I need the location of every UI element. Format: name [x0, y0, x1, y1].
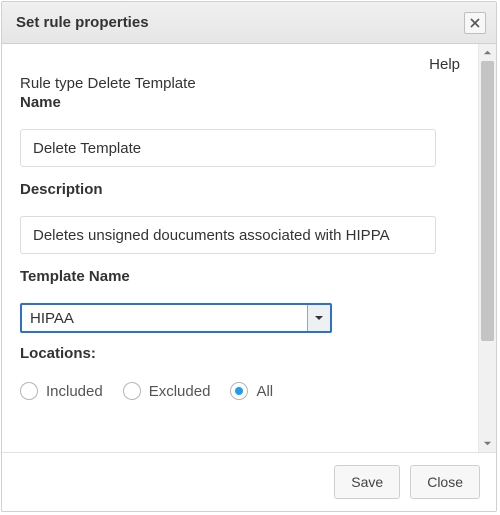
description-label: Description — [20, 181, 460, 198]
dialog-footer: Save Close — [2, 452, 496, 511]
radio-icon — [230, 382, 248, 400]
scroll-down-button[interactable] — [479, 435, 496, 452]
dialog-titlebar: Set rule properties — [2, 2, 496, 44]
name-label: Name — [20, 94, 460, 111]
close-button[interactable]: Close — [410, 465, 480, 499]
dialog-content: Help Rule type Delete Template Name Desc… — [2, 44, 478, 452]
name-input[interactable] — [20, 129, 436, 167]
locations-label: Locations: — [20, 345, 460, 362]
select-dropdown-button[interactable] — [307, 305, 330, 331]
radio-included[interactable]: Included — [20, 382, 103, 400]
chevron-down-icon — [314, 313, 324, 323]
close-icon — [470, 18, 480, 28]
radio-icon — [123, 382, 141, 400]
radio-icon — [20, 382, 38, 400]
radio-label: Included — [46, 383, 103, 400]
radio-excluded[interactable]: Excluded — [123, 382, 211, 400]
dialog: Set rule properties Help Rule type Delet… — [1, 1, 497, 512]
rule-type-line: Rule type Delete Template — [20, 75, 460, 92]
radio-label: Excluded — [149, 383, 211, 400]
chevron-down-icon — [483, 439, 492, 448]
vertical-scrollbar[interactable] — [478, 44, 496, 452]
description-input[interactable] — [20, 216, 436, 254]
save-button[interactable]: Save — [334, 465, 400, 499]
dialog-title: Set rule properties — [16, 14, 464, 31]
scroll-thumb[interactable] — [481, 61, 494, 341]
template-name-select[interactable]: HIPAA — [20, 303, 332, 333]
template-name-value: HIPAA — [22, 305, 307, 331]
radio-label: All — [256, 383, 273, 400]
chevron-up-icon — [483, 48, 492, 57]
radio-all[interactable]: All — [230, 382, 273, 400]
scroll-up-button[interactable] — [479, 44, 496, 61]
help-link[interactable]: Help — [20, 56, 460, 73]
dialog-close-button[interactable] — [464, 12, 486, 34]
dialog-body: Help Rule type Delete Template Name Desc… — [2, 44, 496, 452]
locations-radio-group: Included Excluded All — [20, 382, 460, 400]
template-name-label: Template Name — [20, 268, 460, 285]
